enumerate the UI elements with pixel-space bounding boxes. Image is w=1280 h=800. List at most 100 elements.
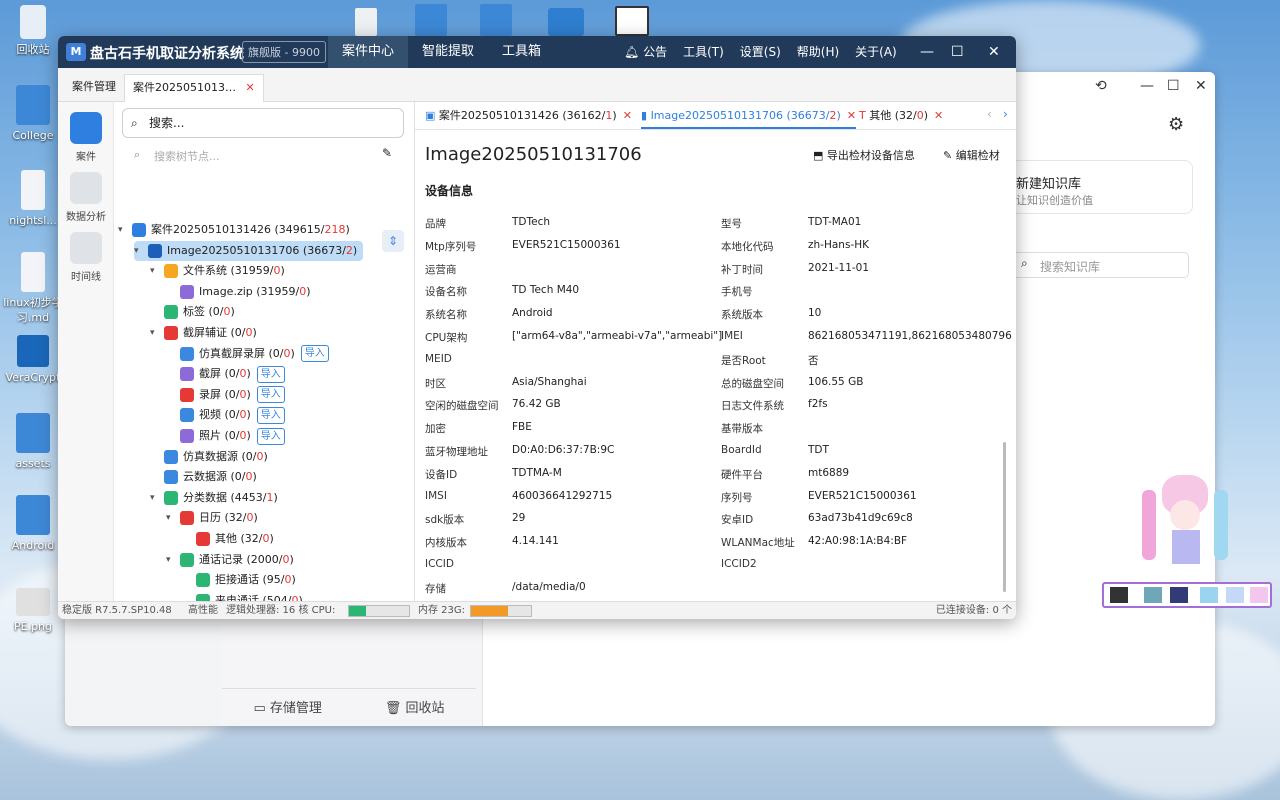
sidebar-item-timeline[interactable]: 时间线 (66, 232, 106, 283)
close-icon[interactable]: ✕ (934, 109, 943, 122)
tree-node[interactable]: ▾ 案件20250510131426 (349615/218) (118, 220, 350, 240)
chevron-down-icon[interactable]: ▾ (166, 508, 176, 528)
close-icon[interactable]: ✕ (623, 109, 632, 122)
desktop-icon-assets[interactable]: assets (3, 413, 63, 471)
node-icon (132, 223, 146, 237)
desktop-icon-linux[interactable]: linux初步学习.md (3, 252, 63, 325)
info-label: 设备名称 (425, 286, 467, 299)
document-icon[interactable] (355, 8, 377, 36)
storage-button[interactable]: ▭ 存储管理 (253, 697, 321, 716)
close-icon[interactable]: ✕ (847, 109, 856, 122)
desktop-icon-pe[interactable]: PE.png (3, 588, 63, 634)
minimize-icon[interactable]: — (1140, 78, 1154, 94)
tree-node[interactable]: Image.zip (31959/0) (166, 282, 311, 302)
brush-icon[interactable]: ✎ (382, 146, 392, 160)
chevron-down-icon[interactable]: ▾ (118, 220, 128, 240)
tree-node[interactable]: 截屏 (0/0) 导入 (166, 364, 285, 384)
tab-image-detail[interactable]: ▮ Image20250510131706 (36673/2) ✕ (641, 105, 857, 129)
history-icon[interactable]: ⟲ (1095, 78, 1107, 94)
tab-case-detail[interactable]: ▣ 案件20250510131426 (36162/1) ✕ (425, 105, 632, 127)
nav-toolbox[interactable]: 工具箱 (488, 36, 555, 68)
tree-node-label: 仿真数据源 (0/ (183, 449, 257, 463)
import-button[interactable]: 导入 (256, 427, 285, 445)
import-button[interactable]: 导入 (256, 406, 285, 424)
scrollbar[interactable] (1003, 442, 1006, 592)
recycle-button[interactable]: 🗑 回收站 (385, 697, 445, 716)
tree-node[interactable]: 录屏 (0/0) 导入 (166, 385, 285, 405)
chevron-down-icon[interactable]: ▾ (166, 550, 176, 570)
close-icon[interactable]: ✕ (246, 81, 255, 94)
tree-node[interactable]: 云数据源 (0/0) (150, 467, 257, 487)
chevron-down-icon[interactable]: ▾ (150, 323, 160, 343)
tree-node[interactable]: ▾ 分类数据 (4453/1) (150, 488, 278, 508)
paren: ) (298, 593, 303, 601)
pixel-icon[interactable] (1200, 587, 1218, 603)
menu-tools[interactable]: 工具(T) (683, 36, 724, 68)
tree-node[interactable]: 仿真截屏录屏 (0/0) 导入 (166, 344, 329, 364)
tree-node[interactable]: 仿真数据源 (0/0) (150, 447, 268, 467)
chevron-right-icon[interactable]: › (1003, 107, 1008, 121)
chevron-left-icon[interactable]: ‹ (987, 107, 992, 121)
chevron-down-icon[interactable]: ▾ (134, 241, 144, 261)
tree-node[interactable]: ▾ 日历 (32/0) (166, 508, 258, 528)
export-button[interactable]: ⬒ 导出检材设备信息 (813, 147, 915, 163)
gear-icon[interactable]: ⚙ (1168, 114, 1184, 135)
menu-about[interactable]: 关于(A) (855, 36, 897, 68)
pixel-icon[interactable] (1144, 587, 1162, 603)
maximize-icon[interactable]: ☐ (951, 36, 964, 68)
moon-icon[interactable] (1170, 587, 1188, 603)
collapse-icon[interactable]: ⇕ (382, 230, 404, 252)
tree-node[interactable]: 其他 (32/0) (182, 529, 274, 549)
home-icon (70, 112, 102, 144)
folder-icon[interactable] (480, 4, 512, 36)
pixel-icon[interactable] (1226, 587, 1244, 603)
desktop-icon-android[interactable]: Android (3, 495, 63, 553)
pixel-toolbar[interactable] (1102, 582, 1272, 608)
chevron-down-icon[interactable]: ▾ (150, 488, 160, 508)
desktop-icon-college[interactable]: College (3, 85, 63, 143)
tree-node[interactable]: 照片 (0/0) 导入 (166, 426, 285, 446)
chevron-down-icon[interactable]: ▾ (150, 261, 160, 281)
nav-smart-extract[interactable]: 智能提取 (408, 36, 488, 68)
tab-other-detail[interactable]: T 其他 (32/0) ✕ (859, 105, 943, 127)
tree-node[interactable]: ▾ 文件系统 (31959/0) (150, 261, 285, 281)
tab-case-management[interactable]: 案件管理 (64, 74, 124, 102)
pixel-icon[interactable] (1110, 587, 1128, 603)
nav-case-center[interactable]: 案件中心 (328, 36, 409, 68)
tab-case[interactable]: 案件2025051013… ✕ (124, 74, 264, 102)
edit-button[interactable]: ✎ 编辑检材 (943, 147, 1000, 163)
sidebar-item-case[interactable]: 案件 (66, 112, 106, 163)
menu-notice[interactable]: 🔔︎ 公告 (624, 36, 667, 68)
desktop-icon-recycle[interactable]: 回收站 (3, 5, 63, 57)
import-button[interactable]: 导入 (256, 365, 285, 383)
menu-settings[interactable]: 设置(S) (740, 36, 781, 68)
desktop-icon-veracrypt[interactable]: VeraCrypt (3, 335, 63, 385)
blank-file-icon[interactable] (615, 6, 649, 36)
minimize-icon[interactable]: — (920, 36, 934, 68)
folder-icon[interactable] (415, 4, 447, 36)
tree-node[interactable]: 标签 (0/0) (150, 302, 235, 322)
tree-node[interactable]: ▾ 通话记录 (2000/0) (166, 550, 294, 570)
tree-node[interactable]: ▾ 截屏辅证 (0/0) (150, 323, 257, 343)
desktop-icon-nightsl[interactable]: nightsl... (3, 170, 63, 228)
sidebar-item-analysis[interactable]: 数据分析 (66, 172, 106, 223)
tree-node-label: 截屏辅证 (0/ (183, 326, 246, 339)
tree-node[interactable]: ▾ Image20250510131706 (36673/2) (134, 240, 364, 261)
tree-node[interactable]: 拒接通话 (95/0) (182, 570, 296, 590)
node-icon (164, 490, 178, 505)
maximize-icon[interactable]: ☐ (1167, 78, 1180, 94)
import-button[interactable]: 导入 (300, 345, 329, 363)
tree-node[interactable]: 视频 (0/0) 导入 (166, 405, 285, 425)
info-label: 存储 (425, 582, 446, 595)
tree-node[interactable]: 来电通话 (504/0) (182, 591, 303, 601)
sidebar-label: 案件 (76, 152, 96, 163)
case-tree-panel: ⌕ 搜索... ⌕ 搜索树节点... ✎ ⇕ ▾ 案件20250510131426… (114, 102, 415, 601)
pixel-icon[interactable] (1250, 587, 1268, 603)
menu-help[interactable]: 帮助(H) (797, 36, 839, 68)
close-icon[interactable]: ✕ (1195, 78, 1207, 94)
import-button[interactable]: 导入 (256, 386, 285, 404)
tree-node-search-input[interactable]: 搜索树节点... (154, 148, 220, 164)
folder-icon[interactable] (548, 8, 584, 36)
close-icon[interactable]: ✕ (988, 36, 1000, 68)
tree-search-input[interactable]: ⌕ 搜索... (122, 108, 404, 138)
